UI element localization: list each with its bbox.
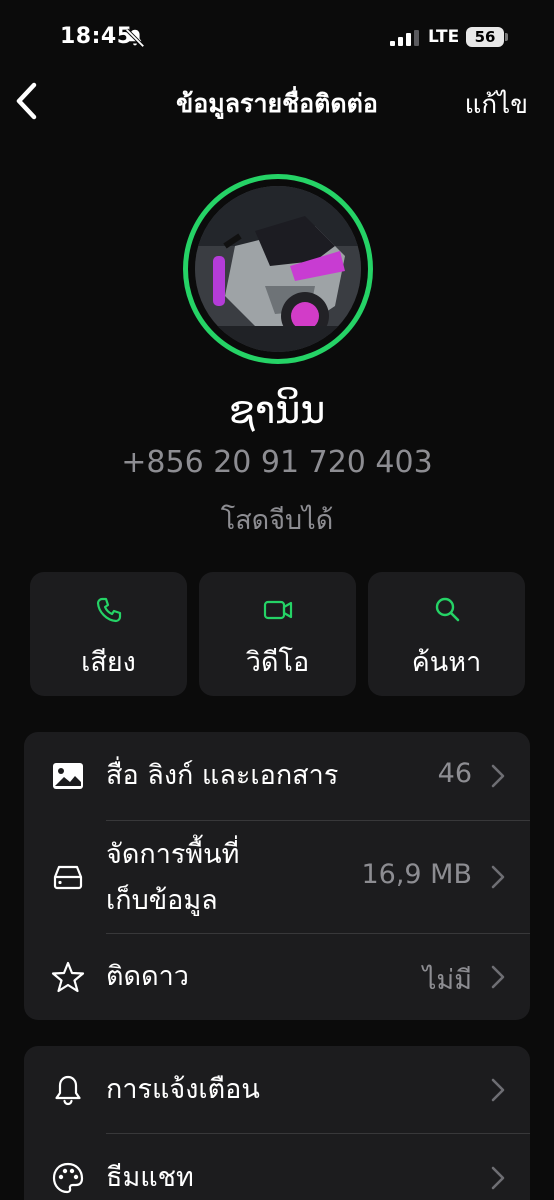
- status-bar: 18:45 LTE 56: [0, 0, 554, 70]
- storage-size: 16,9 MB: [361, 859, 472, 890]
- network-type: LTE: [428, 27, 460, 47]
- bell-slash-icon: [124, 27, 146, 49]
- starred-value: ไม่มี: [422, 965, 472, 996]
- video-call-label: วิดีโอ: [245, 647, 310, 678]
- chevron-right-icon: [490, 864, 506, 890]
- bell-icon: [50, 1072, 86, 1108]
- image-icon: [50, 758, 86, 794]
- search-button[interactable]: ค้นหา: [368, 572, 525, 696]
- star-icon: [50, 959, 86, 995]
- battery-level: 56: [474, 28, 496, 46]
- battery-cap: [505, 33, 508, 41]
- contact-phone: +856 20 91 720 403: [121, 445, 433, 480]
- status-time: 18:45: [60, 24, 133, 49]
- manage-storage-row[interactable]: จัดการพื้นที่ เก็บข้อมูล 16,9 MB: [24, 821, 530, 933]
- voice-call-label: เสียง: [81, 647, 136, 678]
- media-count: 46: [437, 758, 472, 789]
- manage-storage-label-line2: เก็บข้อมูล: [106, 885, 218, 916]
- chat-theme-label: ธีมแชท: [106, 1162, 194, 1193]
- info-group: สื่อ ลิงก์ และเอกสาร 46 จัดการพื้นที่ เก…: [24, 732, 530, 1020]
- media-links-docs-row[interactable]: สื่อ ลิงก์ และเอกสาร 46: [24, 732, 530, 820]
- video-call-button[interactable]: วิดีโอ: [199, 572, 356, 696]
- battery-icon: 56: [466, 27, 508, 47]
- chevron-right-icon: [490, 1165, 506, 1191]
- avatar: [195, 186, 361, 352]
- chevron-right-icon: [490, 763, 506, 789]
- contact-name: ຊານິນ: [228, 388, 326, 432]
- search-label: ค้นหา: [411, 647, 482, 678]
- search-icon: [435, 597, 459, 622]
- manage-storage-label-line1: จัดการพื้นที่: [106, 839, 240, 870]
- video-camera-icon: [263, 600, 292, 620]
- storage-drive-icon: [50, 859, 86, 895]
- contact-info-screen: 18:45 LTE 56 ข้อมูลรายชื่อติดต่อ แก้ไข ຊ…: [0, 0, 554, 1200]
- palette-icon: [50, 1160, 86, 1196]
- voice-call-button[interactable]: เสียง: [30, 572, 187, 696]
- avatar-ring[interactable]: [183, 174, 373, 364]
- chevron-right-icon: [490, 964, 506, 990]
- edit-button[interactable]: แก้ไข: [465, 84, 528, 125]
- starred-label: ติดดาว: [106, 961, 189, 992]
- settings-group: การแจ้งเตือน ธีมแชท: [24, 1046, 530, 1200]
- media-links-docs-label: สื่อ ลิงก์ และเอกสาร: [106, 760, 339, 791]
- signal-bars-icon: [390, 30, 420, 46]
- starred-messages-row[interactable]: ติดดาว ไม่มี: [24, 934, 530, 1020]
- notifications-label: การแจ้งเตือน: [106, 1074, 260, 1105]
- chat-theme-row[interactable]: ธีมแชท: [24, 1134, 530, 1200]
- contact-about: โสดจีบได้: [220, 505, 334, 536]
- notifications-row[interactable]: การแจ้งเตือน: [24, 1046, 530, 1133]
- phone-icon: [96, 597, 121, 623]
- avatar-motorcycle-image: [195, 186, 361, 352]
- chevron-right-icon: [490, 1077, 506, 1103]
